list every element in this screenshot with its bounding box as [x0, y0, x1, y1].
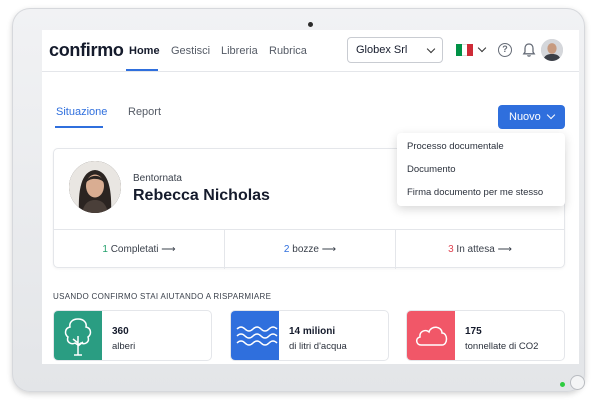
stat-completed[interactable]: 1 Completati ⟶	[54, 230, 224, 269]
savings-value: 14 milioni	[289, 326, 336, 337]
avatar[interactable]	[541, 39, 563, 61]
stats-row: 1 Completati ⟶ 2 bozze ⟶ 3 In attesa ⟶	[54, 229, 564, 269]
savings-value: 360	[112, 326, 129, 337]
menu-item-processo[interactable]: Processo documentale	[407, 141, 504, 152]
subtab-active-indicator	[55, 126, 103, 128]
user-name: Rebecca Nicholas	[133, 187, 270, 204]
savings-unit: alberi	[112, 341, 136, 352]
arrow-right-icon: ⟶	[161, 244, 176, 255]
chevron-down-icon	[426, 44, 436, 54]
tab-report[interactable]: Report	[128, 106, 161, 118]
savings-unit: tonnellate di CO2	[465, 341, 539, 352]
stat-label: bozze	[292, 244, 319, 255]
camera-dot	[308, 22, 313, 27]
savings-card-water: 14 milioni di litri d'acqua	[230, 310, 389, 361]
savings-unit: di litri d'acqua	[289, 341, 347, 352]
app-screen: confirmo Home Gestisci Libreria Rubrica …	[42, 30, 579, 364]
bell-icon[interactable]	[522, 42, 536, 58]
menu-item-documento[interactable]: Documento	[407, 164, 456, 175]
new-button-label: Nuovo	[509, 111, 541, 123]
language-chevron-icon[interactable]	[477, 43, 487, 53]
italy-flag-icon[interactable]	[456, 44, 474, 56]
stat-count: 1	[102, 244, 108, 255]
tab-situazione[interactable]: Situazione	[56, 106, 107, 118]
nav-gestisci[interactable]: Gestisci	[171, 45, 210, 57]
savings-title: USANDO CONFIRMO STAI AIUTANDO A RISPARMI…	[53, 292, 272, 301]
stat-count: 2	[283, 244, 290, 255]
stat-drafts[interactable]: 2 bozze ⟶	[225, 230, 395, 269]
water-icon	[231, 311, 279, 360]
chevron-down-icon	[546, 110, 556, 120]
company-select-value: Globex Srl	[356, 44, 408, 56]
nav-active-indicator	[126, 69, 158, 71]
stat-count: 3	[448, 244, 454, 255]
arrow-right-icon: ⟶	[497, 244, 512, 255]
stat-label: Completati	[110, 244, 159, 255]
stat-pending[interactable]: 3 In attesa ⟶	[396, 230, 564, 269]
arrow-right-icon: ⟶	[321, 244, 337, 255]
new-dropdown-menu: Processo documentale Documento Firma doc…	[397, 133, 565, 206]
user-avatar	[69, 161, 121, 213]
nav-rubrica[interactable]: Rubrica	[269, 45, 307, 57]
cloud-icon	[407, 311, 455, 360]
savings-card-co2: 175 tonnellate di CO2	[406, 310, 565, 361]
home-button[interactable]	[570, 375, 585, 390]
app-logo[interactable]: confirmo	[49, 40, 124, 61]
stat-label: In attesa	[456, 244, 495, 255]
new-button[interactable]: Nuovo	[498, 105, 565, 129]
welcome-greeting: Bentornata	[133, 173, 182, 184]
nav-libreria[interactable]: Libreria	[221, 45, 258, 57]
menu-item-firma[interactable]: Firma documento per me stesso	[407, 187, 543, 198]
flag-stripe-red	[467, 44, 474, 56]
savings-value: 175	[465, 326, 482, 337]
tablet-frame: confirmo Home Gestisci Libreria Rubrica …	[12, 8, 585, 392]
company-select[interactable]: Globex Srl	[347, 37, 443, 63]
top-bar: confirmo Home Gestisci Libreria Rubrica …	[42, 30, 579, 72]
nav-home[interactable]: Home	[129, 45, 160, 57]
savings-card-trees: 360 alberi	[53, 310, 212, 361]
help-icon[interactable]: ?	[498, 43, 512, 57]
status-led	[560, 382, 565, 387]
tree-icon	[54, 311, 102, 360]
